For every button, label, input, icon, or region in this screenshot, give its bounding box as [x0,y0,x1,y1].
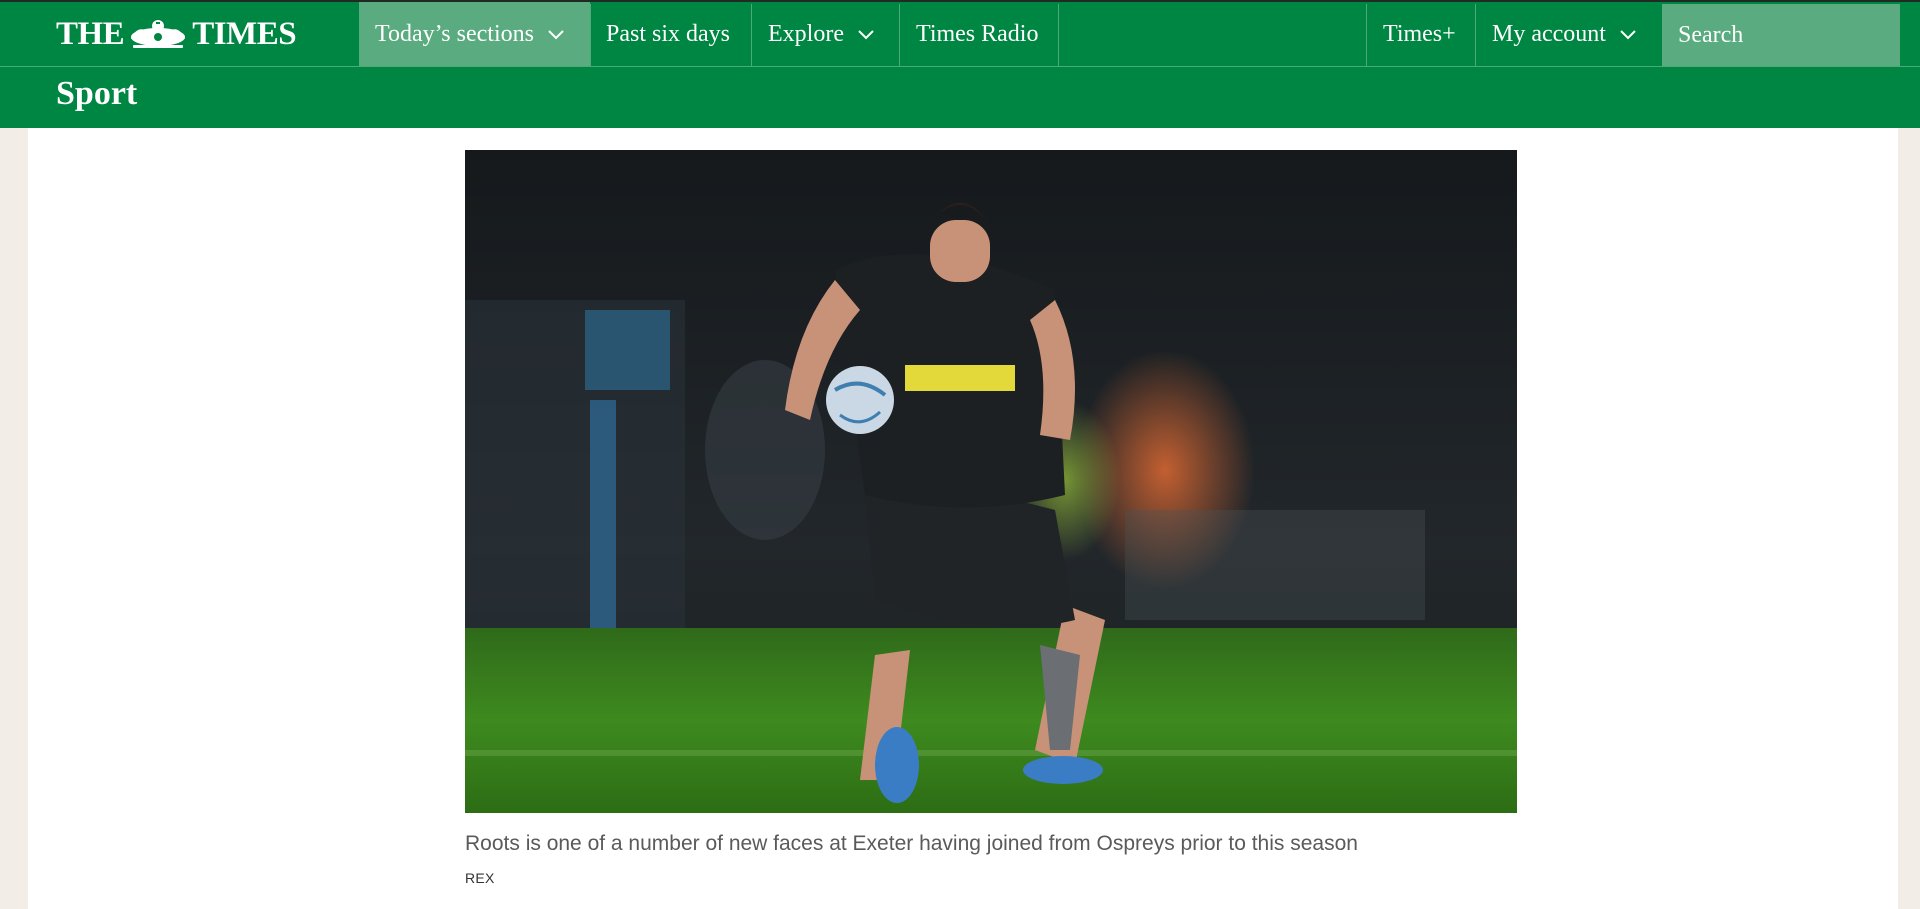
image-credit: REX [465,870,495,886]
section-bar: Sport [0,66,1920,128]
section-title[interactable]: Sport [56,75,137,113]
nav-past-six-days[interactable]: Past six days [590,2,751,66]
royal-crest-icon [131,20,186,48]
search-box[interactable] [1662,4,1920,66]
nav-past-six-days-label: Past six days [606,20,731,47]
logo-word-times: TIMES [192,15,297,52]
top-navigation-bar: THE TIMES Today’s sections Past six days… [0,0,1920,66]
chevron-down-icon [548,30,564,40]
article-hero-image [465,150,1517,813]
rugby-player-photo [465,150,1517,813]
article-content: Roots is one of a number of new faces at… [28,128,1898,909]
image-caption: Roots is one of a number of new faces at… [465,832,1358,855]
nav-explore-label: Explore [768,20,844,47]
nav-todays-sections-label: Today’s sections [375,20,534,47]
nav-times-plus[interactable]: Times+ [1367,2,1475,66]
nav-my-account[interactable]: My account [1476,2,1662,66]
nav-divider [1058,4,1059,66]
times-logo[interactable]: THE TIMES [56,12,297,56]
chevron-down-icon [1620,30,1636,40]
nav-times-radio[interactable]: Times Radio [900,2,1058,66]
nav-explore[interactable]: Explore [752,2,899,66]
nav-times-plus-label: Times+ [1383,20,1456,47]
nav-my-account-label: My account [1492,20,1606,47]
search-input[interactable] [1678,21,1920,49]
logo-word-the: THE [56,15,125,52]
chevron-down-icon [858,30,874,40]
nav-times-radio-label: Times Radio [916,20,1039,47]
nav-todays-sections[interactable]: Today’s sections [359,2,590,66]
